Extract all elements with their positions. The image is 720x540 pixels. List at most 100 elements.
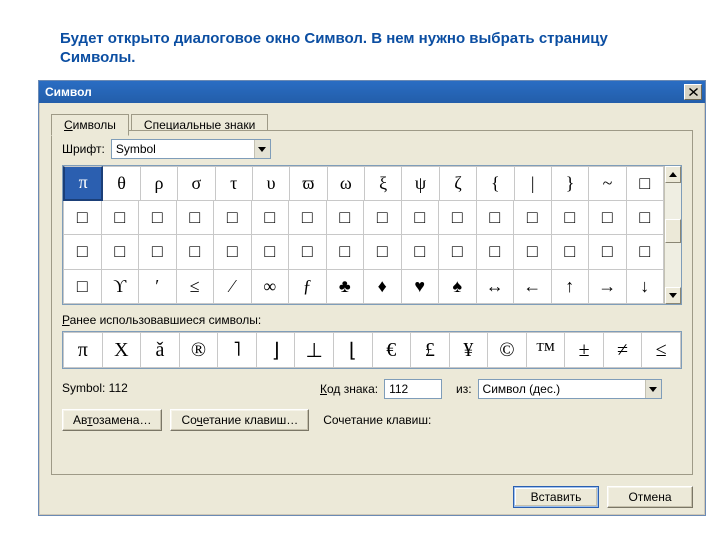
close-button[interactable] [684, 84, 702, 100]
symbol-cell[interactable]: π [63, 166, 103, 201]
scrollbar[interactable] [664, 166, 681, 304]
symbol-cell[interactable]: □ [552, 201, 590, 236]
symbol-cell[interactable]: ρ [141, 166, 178, 201]
symbol-cell[interactable]: □ [177, 201, 215, 236]
recent-symbol-cell[interactable]: ˥ [218, 332, 257, 368]
symbol-cell[interactable]: ~ [589, 166, 626, 201]
symbol-cell[interactable]: υ [253, 166, 290, 201]
recent-label: Ранее использовавшиеся символы: [62, 313, 261, 327]
symbol-cell[interactable]: ≤ [177, 270, 215, 305]
recent-symbol-cell[interactable]: ǎ [141, 332, 180, 368]
symbol-cell[interactable]: □ [139, 235, 177, 270]
symbol-cell[interactable]: ƒ [289, 270, 327, 305]
chevron-down-icon[interactable] [254, 140, 270, 158]
symbol-cell[interactable]: □ [289, 201, 327, 236]
symbol-cell[interactable]: □ [402, 235, 440, 270]
symbol-cell[interactable]: □ [214, 201, 252, 236]
insert-button[interactable]: Вставить [513, 486, 599, 508]
symbol-cell[interactable]: θ [103, 166, 140, 201]
recent-symbol-cell[interactable]: ™ [527, 332, 566, 368]
symbol-cell[interactable]: □ [102, 235, 140, 270]
symbol-cell[interactable]: □ [552, 235, 590, 270]
recent-symbol-cell[interactable]: ® [180, 332, 219, 368]
symbol-cell[interactable]: □ [63, 201, 102, 236]
symbol-cell[interactable]: □ [477, 201, 515, 236]
symbol-cell[interactable]: □ [327, 235, 365, 270]
scroll-thumb[interactable] [665, 219, 681, 243]
symbol-cell[interactable]: ♦ [364, 270, 402, 305]
symbol-cell[interactable]: ω [328, 166, 365, 201]
symbol-cell[interactable]: τ [216, 166, 253, 201]
symbol-cell[interactable]: ← [514, 270, 552, 305]
symbol-cell[interactable]: ψ [402, 166, 439, 201]
scroll-down-button[interactable] [665, 287, 681, 304]
recent-symbol-cell[interactable]: π [63, 332, 103, 368]
symbol-cell[interactable]: □ [63, 270, 102, 305]
chevron-down-icon[interactable] [645, 380, 661, 398]
from-combo[interactable]: Символ (дес.) [478, 379, 662, 399]
recent-symbol-cell[interactable]: £ [411, 332, 450, 368]
symbol-cell[interactable]: □ [627, 235, 665, 270]
font-combo[interactable]: Symbol [111, 139, 271, 159]
symbol-cell[interactable]: □ [102, 201, 140, 236]
symbol-cell[interactable]: □ [364, 235, 402, 270]
symbol-cell[interactable]: ↔ [477, 270, 515, 305]
symbol-cell[interactable]: □ [514, 201, 552, 236]
autocorrect-button[interactable]: Автозамена… [62, 409, 162, 431]
symbol-cell[interactable]: □ [214, 235, 252, 270]
symbol-cell[interactable]: □ [589, 201, 627, 236]
status-label: Symbol: 112 [62, 381, 128, 395]
tab-symbols[interactable]: Символы [51, 114, 129, 136]
symbol-cell[interactable]: ↑ [552, 270, 590, 305]
symbol-cell[interactable]: □ [514, 235, 552, 270]
symbol-cell[interactable]: □ [364, 201, 402, 236]
symbol-cell[interactable]: □ [252, 235, 290, 270]
symbol-cell[interactable]: □ [252, 201, 290, 236]
symbol-cell[interactable]: □ [327, 201, 365, 236]
recent-symbol-cell[interactable]: ⌋ [257, 332, 296, 368]
symbol-cell[interactable]: □ [139, 201, 177, 236]
cancel-button[interactable]: Отмена [607, 486, 693, 508]
symbol-cell[interactable]: □ [177, 235, 215, 270]
recent-symbol-cell[interactable]: € [373, 332, 412, 368]
symbol-cell[interactable]: □ [439, 201, 477, 236]
recent-symbol-cell[interactable]: Χ [103, 332, 142, 368]
symbol-cell[interactable]: ξ [365, 166, 402, 201]
from-label: из: [456, 382, 472, 396]
recent-symbol-cell[interactable]: ≠ [604, 332, 643, 368]
symbol-cell[interactable]: { [477, 166, 514, 201]
recent-symbol-cell[interactable]: ¥ [450, 332, 489, 368]
symbol-cell[interactable]: ♣ [327, 270, 365, 305]
symbol-cell[interactable]: □ [439, 235, 477, 270]
recent-symbol-cell[interactable]: ± [565, 332, 604, 368]
shortcut-button[interactable]: Сочетание клавиш… [170, 409, 309, 431]
symbol-cell[interactable]: □ [589, 235, 627, 270]
symbol-cell[interactable]: ↓ [627, 270, 665, 305]
scroll-up-button[interactable] [665, 166, 681, 183]
symbol-cell[interactable]: → [589, 270, 627, 305]
recent-symbol-cell[interactable]: © [488, 332, 527, 368]
symbol-cell[interactable]: ∞ [252, 270, 290, 305]
symbol-cell[interactable]: ζ [440, 166, 477, 201]
symbol-cell[interactable]: ⁄ [214, 270, 252, 305]
symbol-cell[interactable]: } [552, 166, 589, 201]
symbol-cell[interactable]: □ [63, 235, 102, 270]
symbol-cell[interactable]: ϒ [102, 270, 140, 305]
recent-symbol-cell[interactable]: ⌊ [334, 332, 373, 368]
symbol-cell[interactable]: ♥ [402, 270, 440, 305]
code-input[interactable] [384, 379, 442, 399]
symbol-cell[interactable]: □ [627, 166, 664, 201]
symbol-cell[interactable]: ′ [139, 270, 177, 305]
symbol-cell[interactable]: | [515, 166, 552, 201]
scroll-track[interactable] [665, 183, 681, 287]
recent-symbol-cell[interactable]: ⊥ [295, 332, 334, 368]
dialog-title: Символ [45, 85, 92, 99]
symbol-cell[interactable]: ϖ [290, 166, 327, 201]
symbol-cell[interactable]: ♠ [439, 270, 477, 305]
symbol-cell[interactable]: □ [402, 201, 440, 236]
symbol-cell[interactable]: □ [289, 235, 327, 270]
symbol-cell[interactable]: □ [477, 235, 515, 270]
recent-symbol-cell[interactable]: ≤ [642, 332, 681, 368]
symbol-cell[interactable]: □ [627, 201, 665, 236]
symbol-cell[interactable]: σ [178, 166, 215, 201]
